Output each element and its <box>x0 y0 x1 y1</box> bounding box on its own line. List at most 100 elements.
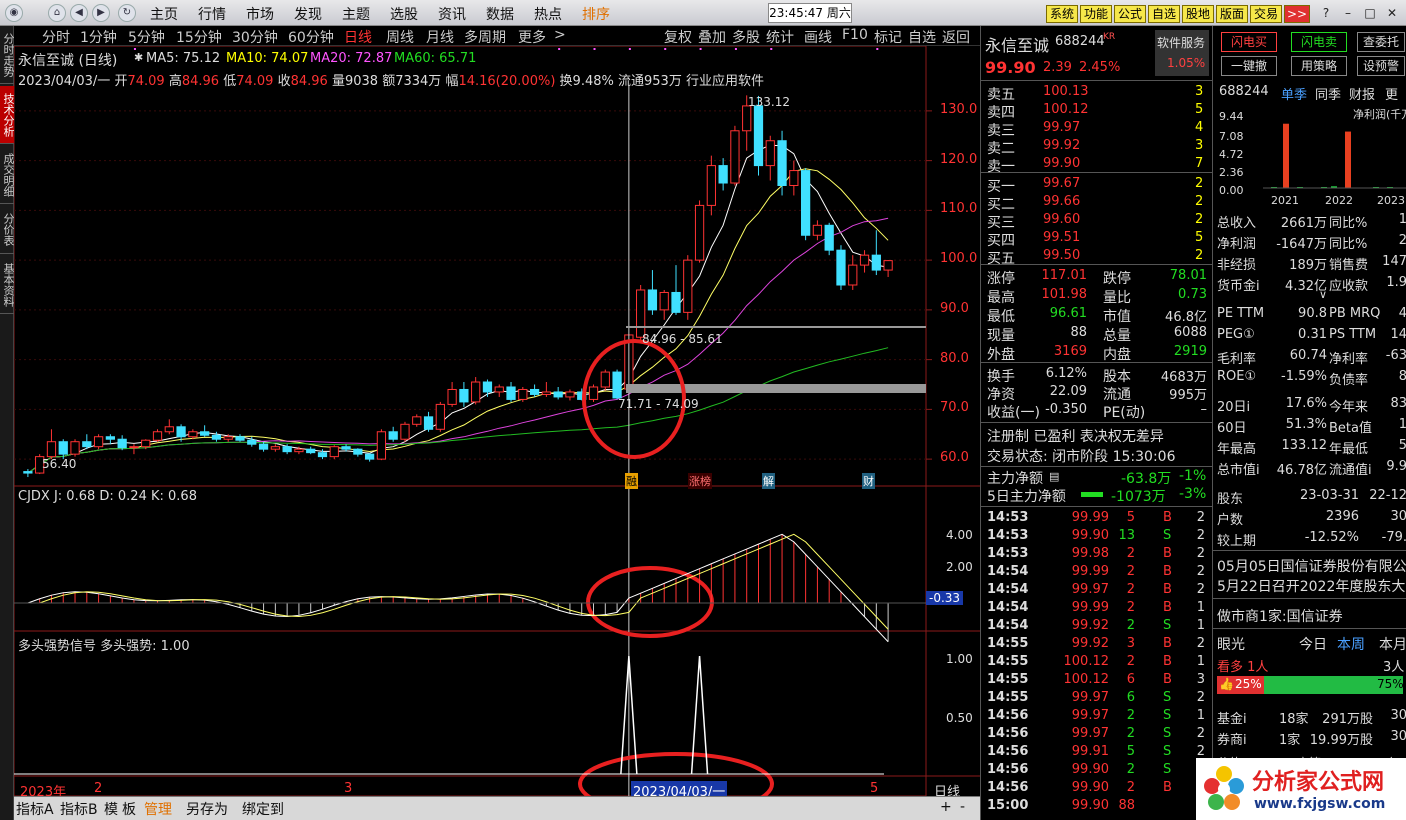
bid-price[interactable]: 99.60 <box>1043 212 1080 227</box>
marker-top-gainers[interactable]: 涨榜 <box>688 473 712 489</box>
menu-item-quotes[interactable]: 行情 <box>198 4 226 24</box>
period-15min[interactable]: 15分钟 <box>176 27 222 47</box>
toolbar-f10[interactable]: F10 <box>842 27 868 43</box>
toolbar-multi-stock[interactable]: 多股 <box>732 27 760 47</box>
sector-box[interactable]: 软件服务 1.05% <box>1155 30 1209 76</box>
tab-template[interactable]: 模 <box>104 799 118 819</box>
toolbar-overlay[interactable]: 叠加 <box>698 27 726 47</box>
bid-price[interactable]: 99.66 <box>1043 194 1080 209</box>
query-orders-button[interactable]: 查委托 <box>1357 32 1405 52</box>
ask-price[interactable]: 100.13 <box>1043 84 1089 99</box>
tab-manage[interactable]: 管理 <box>144 799 172 819</box>
period-30min[interactable]: 30分钟 <box>232 27 278 47</box>
ask-price[interactable]: 99.90 <box>1043 156 1080 171</box>
tab-save-as[interactable]: 另存为 <box>186 799 228 819</box>
indicator2-title[interactable]: 多头强势信号 多头强势: 1.00 <box>18 635 190 654</box>
minimize-icon[interactable]: – <box>1338 4 1358 22</box>
period-daily[interactable]: 日线 <box>344 27 372 47</box>
ask-price[interactable]: 100.12 <box>1043 102 1089 117</box>
bid-price[interactable]: 99.67 <box>1043 176 1080 191</box>
toolbar-back[interactable]: 返回 <box>942 27 970 47</box>
tool-trade[interactable]: 交易 <box>1250 5 1282 23</box>
sidebar-tab-technical[interactable]: 技术分析 <box>0 86 15 144</box>
period-60min[interactable]: 60分钟 <box>288 27 334 47</box>
toolbar-mark[interactable]: 标记 <box>874 27 902 47</box>
eye-tab-week[interactable]: 本周 <box>1337 634 1365 654</box>
sidebar-tab-trades[interactable]: 成交明细 <box>0 146 15 204</box>
chevron-right-icon[interactable]: > <box>554 27 566 43</box>
set-alert-button[interactable]: 设预警 <box>1357 56 1405 76</box>
tab-bind-to[interactable]: 绑定到 <box>242 799 284 819</box>
forward-icon[interactable]: ▶ <box>92 4 110 22</box>
fin-tab-same-quarter[interactable]: 同季 <box>1315 84 1341 103</box>
sidebar-tab-fundamentals[interactable]: 基本资料 <box>0 256 15 314</box>
tool-watchlist[interactable]: 自选 <box>1148 5 1180 23</box>
maximize-icon[interactable]: □ <box>1360 4 1380 22</box>
fin-tab-more[interactable]: 更 <box>1385 84 1398 103</box>
5d-flow-value: -1073万 <box>1111 489 1166 505</box>
menu-item-home[interactable]: 主页 <box>150 4 178 24</box>
tab-indicator-a[interactable]: 指标A <box>16 799 54 819</box>
eye-tab-month[interactable]: 本月 <box>1379 634 1406 654</box>
menu-item-discover[interactable]: 发现 <box>294 4 322 24</box>
ask-price[interactable]: 99.92 <box>1043 138 1080 153</box>
kline-chart[interactable] <box>14 46 980 796</box>
tool-formula[interactable]: 公式 <box>1114 5 1146 23</box>
back-icon[interactable]: ◀ <box>70 4 88 22</box>
cancel-all-button[interactable]: 一键撤 <box>1221 56 1277 76</box>
marker-financial[interactable]: 财 <box>862 473 875 489</box>
indicator1-title[interactable]: CJDX J: 0.68 D: 0.24 K: 0.68 <box>18 489 197 504</box>
sidebar-tab-intraday[interactable]: 分时走势 <box>0 26 15 84</box>
news-item-2[interactable]: 5月22日召开2022年度股东大会 <box>1217 576 1406 596</box>
menu-item-market[interactable]: 市场 <box>246 4 274 24</box>
tool-system[interactable]: 系统 <box>1046 5 1078 23</box>
list-icon[interactable]: ▤ <box>1049 470 1059 483</box>
period-multi[interactable]: 多周期 <box>464 27 506 47</box>
menu-item-screener[interactable]: 选股 <box>390 4 418 24</box>
news-item-1[interactable]: 05月05日国信证券股份有限公司 <box>1217 556 1406 576</box>
marker-margin[interactable]: 融 <box>625 473 638 489</box>
toolbar-watchlist[interactable]: 自选 <box>908 27 936 47</box>
bid-price[interactable]: 99.50 <box>1043 248 1080 263</box>
zoom-out-button[interactable]: - <box>960 799 965 815</box>
candle-body <box>706 165 716 206</box>
fin-tab-report[interactable]: 财报 <box>1349 84 1375 103</box>
zoom-in-button[interactable]: + <box>940 799 952 815</box>
bid-price[interactable]: 99.51 <box>1043 230 1080 245</box>
menu-item-sort[interactable]: 排序 <box>582 4 610 24</box>
help-icon[interactable]: ? <box>1316 4 1336 22</box>
toolbar-stats[interactable]: 统计 <box>766 27 794 47</box>
tool-more[interactable]: >> <box>1284 5 1310 23</box>
marker-unlock[interactable]: 解 <box>762 473 775 489</box>
period-intraday[interactable]: 分时 <box>42 27 70 47</box>
fin-tab-quarter[interactable]: 单季 <box>1281 84 1307 103</box>
period-more[interactable]: 更多 <box>518 27 546 47</box>
logo-icon[interactable]: ◉ <box>5 4 23 22</box>
tab-board[interactable]: 板 <box>122 799 136 819</box>
tab-indicator-b[interactable]: 指标B <box>60 799 98 819</box>
toolbar-adjust[interactable]: 复权 <box>664 27 692 47</box>
tool-layout[interactable]: 版面 <box>1216 5 1248 23</box>
flash-sell-button[interactable]: 闪电卖 <box>1291 32 1347 52</box>
candle-body <box>82 441 92 448</box>
menu-item-data[interactable]: 数据 <box>486 4 514 24</box>
flash-buy-button[interactable]: 闪电买 <box>1221 32 1277 52</box>
refresh-icon[interactable]: ↻ <box>118 4 136 22</box>
ask-price[interactable]: 99.97 <box>1043 120 1080 135</box>
home-icon[interactable]: ⌂ <box>48 4 66 22</box>
toolbar-draw[interactable]: 画线 <box>804 27 832 47</box>
tool-function[interactable]: 功能 <box>1080 5 1112 23</box>
eye-tab-today[interactable]: 今日 <box>1299 634 1327 654</box>
period-monthly[interactable]: 月线 <box>426 27 454 47</box>
close-icon[interactable]: ✕ <box>1382 4 1402 22</box>
use-strategy-button[interactable]: 用策略 <box>1291 56 1347 76</box>
sidebar-tab-price-table[interactable]: 分价表 <box>0 206 15 254</box>
period-weekly[interactable]: 周线 <box>386 27 414 47</box>
menu-item-theme[interactable]: 主题 <box>342 4 370 24</box>
menu-item-hot[interactable]: 热点 <box>534 4 562 24</box>
period-5min[interactable]: 5分钟 <box>128 27 165 47</box>
period-1min[interactable]: 1分钟 <box>80 27 117 47</box>
menu-item-news[interactable]: 资讯 <box>438 4 466 24</box>
tool-stock-map[interactable]: 股地 <box>1182 5 1214 23</box>
event-dot <box>593 48 596 50</box>
